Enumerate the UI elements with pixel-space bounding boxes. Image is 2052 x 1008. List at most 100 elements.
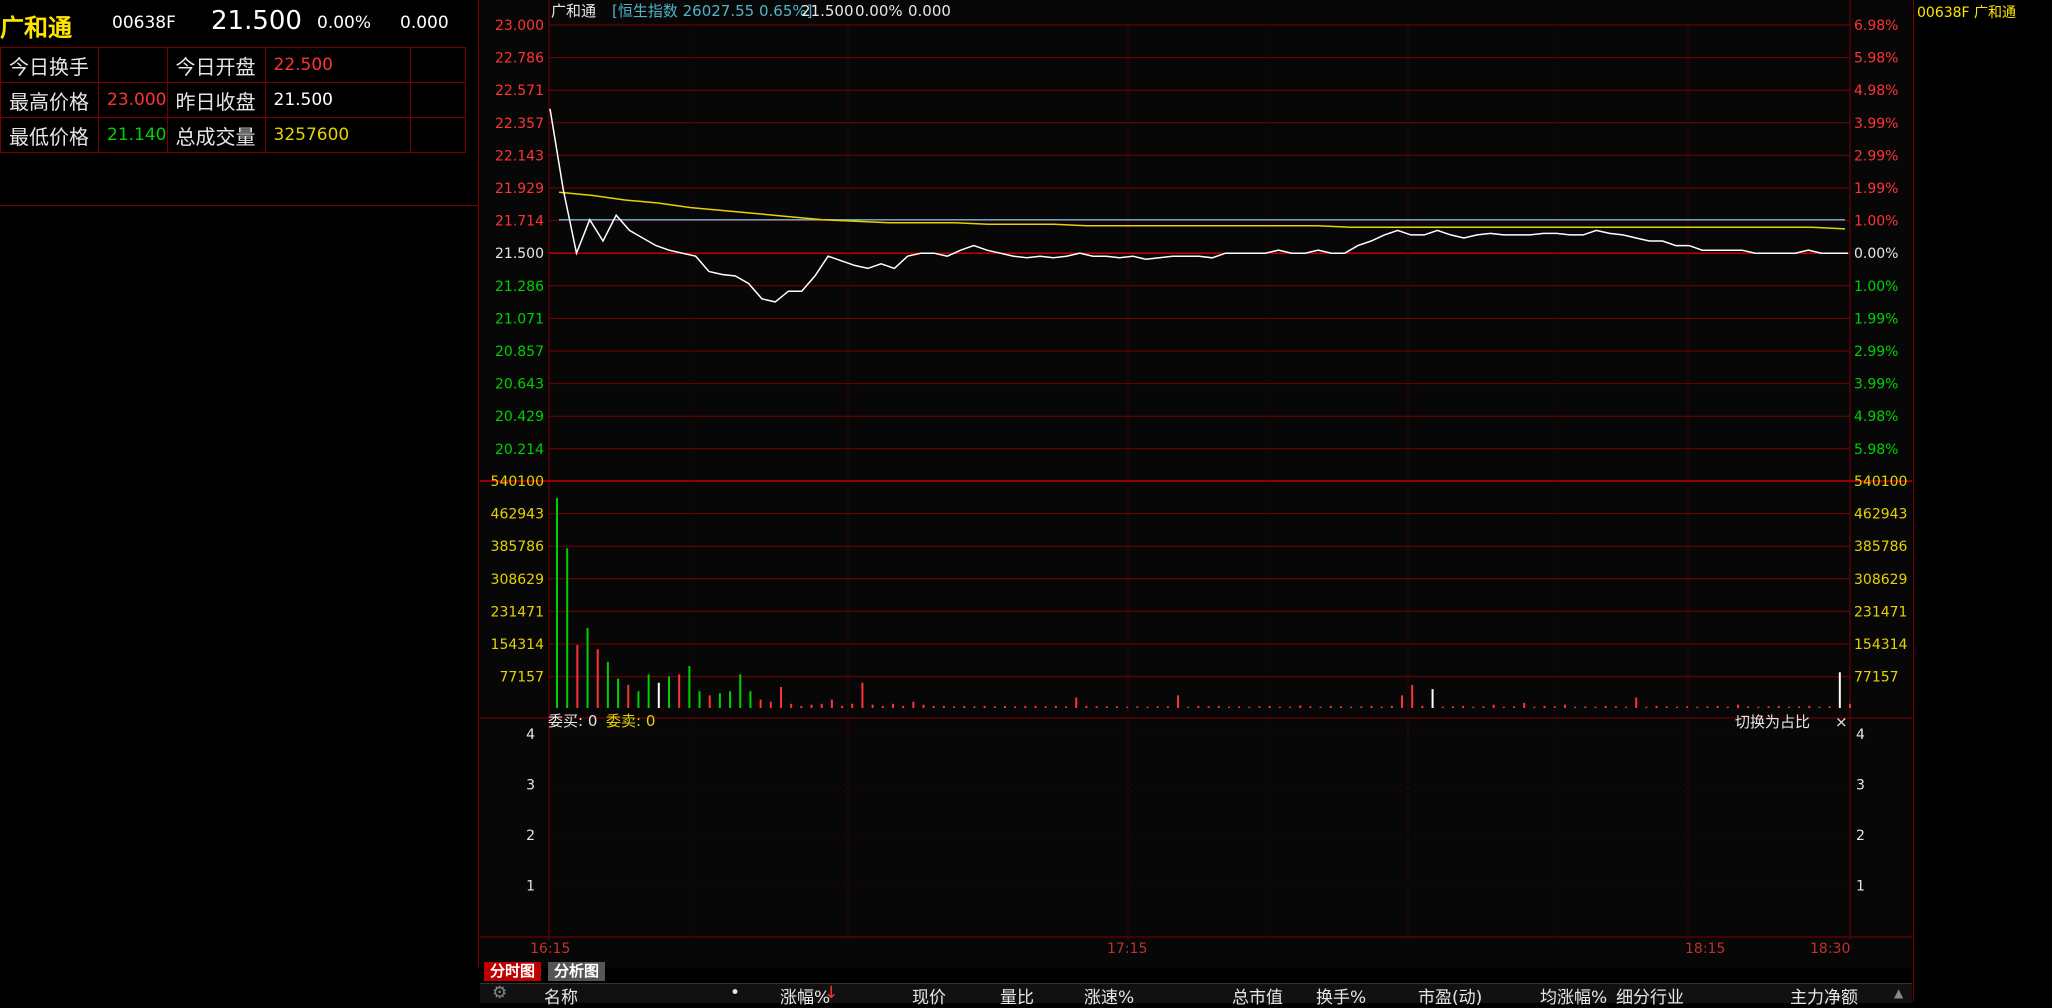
- order-tick-label: 4: [526, 727, 535, 743]
- price-tick-label: 21.714: [495, 214, 544, 230]
- avg-price-line: [558, 191, 1846, 230]
- pct-tick-label: 0.00%: [1854, 246, 1898, 262]
- switch-ratio-button[interactable]: 切换为占比: [1735, 713, 1810, 731]
- chart-change: 0.000: [908, 2, 951, 20]
- chart-price: 21.500: [801, 2, 854, 20]
- turnover-value: [98, 47, 168, 83]
- close-icon[interactable]: ×: [1835, 713, 1848, 731]
- stock-change-pct: 0.00%: [317, 13, 372, 33]
- price-tick-label: 22.571: [495, 83, 544, 99]
- tab-analysis[interactable]: 分析图: [548, 962, 606, 981]
- col-main-flow[interactable]: 主力净额: [1790, 983, 1858, 1008]
- col-industry[interactable]: 细分行业: [1616, 983, 1684, 1008]
- price-tick-label: 21.929: [495, 181, 544, 197]
- low-value: 21.140: [98, 117, 168, 153]
- volume-tick-label: 308629: [1854, 572, 1907, 588]
- volume-tick-label: 231471: [491, 604, 544, 620]
- low-label: 最低价格: [0, 117, 100, 153]
- stock-name: 广和通: [0, 14, 72, 42]
- empty-cell: [409, 117, 467, 153]
- order-tick-label: 2: [1856, 828, 1865, 844]
- info-row: 最低价格 21.140 总成交量 3257600: [0, 117, 467, 153]
- pct-tick-label: 1.99%: [1854, 311, 1898, 327]
- volume-tick-label: 540100: [1854, 474, 1907, 490]
- volume-tick-label: 540100: [491, 474, 544, 490]
- volume-tick-label: 385786: [491, 539, 545, 555]
- right-panel-title: 00638F 广和通: [1917, 5, 2017, 21]
- list-column-header: ⚙ 名称 • 涨幅% ↓ 现价 量比 涨速% 总市值 换手% 市盈(动) 均涨幅…: [480, 983, 1912, 1008]
- gear-icon[interactable]: ⚙: [492, 983, 507, 1003]
- time-tick-label: 18:30: [1810, 941, 1850, 957]
- time-tick-label: 18:15: [1685, 941, 1725, 957]
- prev-close-value: 21.500: [264, 82, 411, 118]
- pct-tick-label: 1.00%: [1854, 214, 1898, 230]
- pct-tick-label: 2.99%: [1854, 344, 1898, 360]
- info-row: 今日换手 今日开盘 22.500: [0, 47, 467, 83]
- quote-info-table: 今日换手 今日开盘 22.500 最高价格 23.000 昨日收盘 21.500…: [0, 47, 467, 153]
- info-row: 最高价格 23.000 昨日收盘 21.500: [0, 82, 467, 118]
- sort-desc-icon: ↓: [824, 983, 839, 1003]
- price-tick-label: 22.786: [495, 51, 544, 67]
- chart-grid: [480, 0, 1912, 940]
- pct-tick-label: 3.99%: [1854, 116, 1898, 132]
- time-axis: 16:15 17:15 18:15 18:30: [530, 941, 1850, 957]
- tab-intraday[interactable]: 分时图: [484, 962, 542, 981]
- volume-tick-label: 77157: [1854, 670, 1899, 686]
- col-market-cap[interactable]: 总市值: [1232, 983, 1283, 1008]
- pct-tick-label: 4.98%: [1854, 83, 1898, 99]
- price-tick-label: 20.214: [495, 442, 544, 458]
- high-label: 最高价格: [0, 82, 100, 118]
- pct-tick-label: 2.99%: [1854, 148, 1898, 164]
- price-tick-label: 20.429: [495, 409, 544, 425]
- open-label: 今日开盘: [166, 47, 266, 83]
- volume-tick-label: 462943: [1854, 507, 1907, 523]
- index-info: [恒生指数 26027.55 0.65%]: [612, 2, 812, 20]
- stock-price: 21.500: [211, 6, 302, 36]
- col-price[interactable]: 现价: [912, 983, 946, 1008]
- left-axis: 23.000 22.786 22.571 22.357 22.143 21.929 21.7…: [491, 18, 545, 895]
- order-tick-label: 4: [1856, 727, 1865, 743]
- col-volume-ratio[interactable]: 量比: [1000, 983, 1034, 1008]
- price-tick-label: 22.143: [495, 148, 544, 164]
- empty-cell: [409, 47, 467, 83]
- panel-divider: [1913, 0, 1914, 1002]
- pct-tick-label: 1.99%: [1854, 181, 1898, 197]
- order-tick-label: 1: [526, 879, 535, 895]
- order-tick-label: 2: [526, 828, 535, 844]
- panel-divider: [0, 205, 478, 206]
- price-tick-label: 20.857: [495, 344, 544, 360]
- order-tick-label: 1: [1856, 879, 1865, 895]
- price-tick-label: 21.286: [495, 279, 544, 295]
- price-tick-label: 22.357: [495, 116, 544, 132]
- stock-change: 0.000: [400, 13, 449, 33]
- col-dot: •: [730, 983, 741, 1003]
- pct-tick-label: 6.98%: [1854, 18, 1898, 34]
- col-change-pct[interactable]: 涨幅%: [780, 983, 830, 1008]
- scroll-up-icon[interactable]: ▲: [1894, 986, 1903, 1000]
- pct-tick-label: 1.00%: [1854, 279, 1898, 295]
- time-tick-label: 17:15: [1107, 941, 1147, 957]
- volume-tick-label: 154314: [1854, 637, 1908, 653]
- volume-label: 总成交量: [166, 117, 266, 153]
- col-pe[interactable]: 市盈(动): [1418, 983, 1482, 1008]
- col-turnover[interactable]: 换手%: [1316, 983, 1366, 1008]
- col-name[interactable]: 名称: [544, 983, 578, 1008]
- intraday-chart[interactable]: 23.000 22.786 22.571 22.357 22.143 21.929 21.7…: [480, 0, 1912, 960]
- panel-divider: [478, 0, 479, 968]
- volume-tick-label: 231471: [1854, 604, 1907, 620]
- pct-tick-label: 5.98%: [1854, 51, 1898, 67]
- quote-header: 广和通 00638F 21.500 0.00% 0.000: [0, 0, 478, 46]
- order-tick-label: 3: [1856, 778, 1865, 794]
- volume-tick-label: 154314: [491, 637, 545, 653]
- time-tick-label: 16:15: [530, 941, 570, 957]
- chart-stock-name: 广和通: [551, 2, 596, 20]
- col-avg-change[interactable]: 均涨幅%: [1540, 983, 1607, 1008]
- price-tick-label: 20.643: [495, 377, 544, 393]
- order-tick-label: 3: [526, 778, 535, 794]
- sell-orders-label: 委卖: 0: [606, 712, 655, 730]
- col-speed[interactable]: 涨速%: [1084, 983, 1134, 1008]
- pct-tick-label: 4.98%: [1854, 409, 1898, 425]
- price-tick-label: 23.000: [495, 18, 544, 34]
- price-tick-label: 21.500: [495, 246, 544, 262]
- volume-value: 3257600: [264, 117, 411, 153]
